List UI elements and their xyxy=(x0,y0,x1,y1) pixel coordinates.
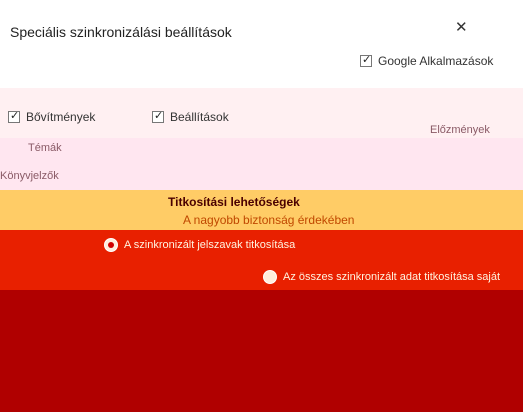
checkbox-google-apps[interactable] xyxy=(360,53,372,67)
radio-passwords[interactable] xyxy=(104,238,118,252)
sync-item-history-label: Előzmények xyxy=(430,124,490,136)
close-icon[interactable]: ✕ xyxy=(455,18,468,36)
radio-all-data[interactable] xyxy=(263,270,277,284)
sync-item-settings-label: Beállítások xyxy=(170,110,229,124)
sync-item-google-apps-label: Google Alkalmazások xyxy=(378,54,494,68)
checkbox-settings[interactable] xyxy=(152,109,164,123)
encryption-option-passwords-label: A szinkronizált jelszavak titkosítása xyxy=(124,239,296,251)
sync-item-extensions[interactable]: Bővítmények xyxy=(8,109,96,124)
sync-item-themes-label: Témák xyxy=(28,142,62,154)
sync-checkboxes: Bővítmények Beállítások Előzmények xyxy=(0,88,523,138)
encryption-option-all-data-label: Az összes szinkronizált adat titkosítása… xyxy=(283,271,501,283)
encryption-subtitle: A nagyobb biztonság érdekében xyxy=(183,213,355,227)
sync-row-top: Google Alkalmazások xyxy=(0,48,523,88)
sync-item-themes[interactable]: Témák xyxy=(28,142,62,154)
sync-item-bookmarks-label: Könyvjelzők xyxy=(0,170,59,182)
sync-item-settings[interactable]: Beállítások xyxy=(152,109,229,124)
encryption-option-passwords[interactable]: A szinkronizált jelszavak titkosítása xyxy=(104,238,295,252)
sync-item-history[interactable]: Előzmények xyxy=(430,124,490,136)
dialog-title: Speciális szinkronizálási beállítások xyxy=(10,24,232,40)
checkbox-extensions[interactable] xyxy=(8,109,20,123)
sync-row-bottom: Témák Könyvjelzők xyxy=(0,138,523,190)
encryption-option-all-data[interactable]: Az összes szinkronizált adat titkosítása… xyxy=(263,270,500,284)
dialog-titlebar: Speciális szinkronizálási beállítások ✕ xyxy=(0,0,523,48)
sync-item-google-apps[interactable]: Google Alkalmazások xyxy=(360,53,494,68)
sync-item-bookmarks[interactable]: Könyvjelzők xyxy=(0,170,59,182)
encryption-title: Titkosítási lehetőségek xyxy=(168,195,300,209)
sync-item-extensions-label: Bővítmények xyxy=(26,110,96,124)
